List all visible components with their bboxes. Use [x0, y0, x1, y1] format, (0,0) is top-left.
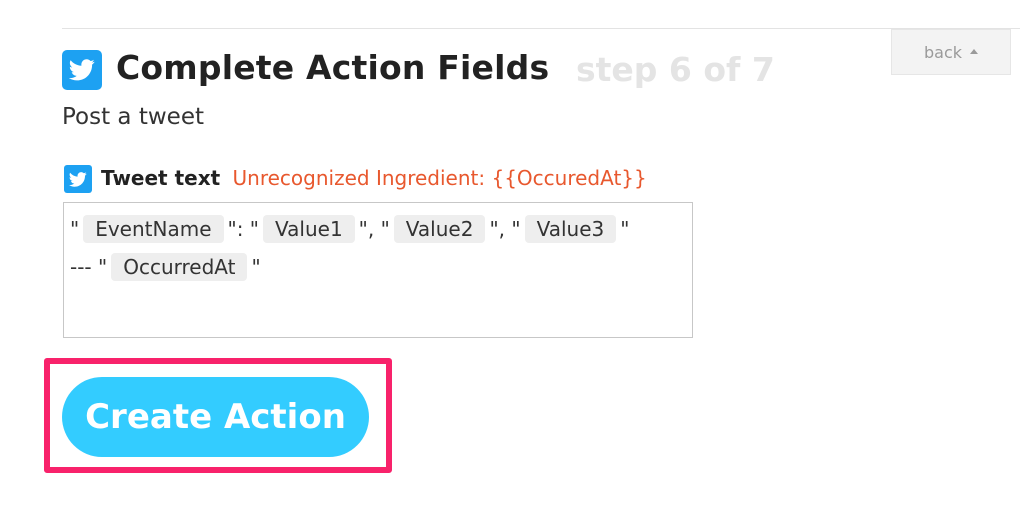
top-divider: [62, 28, 1020, 29]
back-button[interactable]: back: [891, 29, 1011, 75]
ingredient-pill-value3[interactable]: Value3: [524, 215, 617, 243]
tweet-line-1: " EventName ": " Value1 ", " Value2 ", "…: [70, 213, 686, 245]
create-action-button[interactable]: Create Action: [62, 377, 369, 457]
step-indicator: step 6 of 7: [576, 50, 775, 89]
field-label: Tweet text: [101, 166, 221, 190]
quote-text: ": [251, 255, 261, 279]
tweet-text-input[interactable]: " EventName ": " Value1 ", " Value2 ", "…: [63, 202, 693, 338]
ingredient-pill-occurredat[interactable]: OccurredAt: [111, 253, 248, 281]
separator-text: ": ": [227, 217, 260, 241]
field-label-row: Tweet text Unrecognized Ingredient: {{Oc…: [101, 166, 647, 190]
tweet-line-2: --- " OccurredAt ": [70, 251, 686, 283]
action-subtitle: Post a tweet: [62, 104, 204, 130]
ingredient-pill-value1[interactable]: Value1: [263, 215, 355, 243]
back-button-label: back: [923, 42, 963, 62]
create-action-label: Create Action: [85, 397, 346, 437]
field-error-message: Unrecognized Ingredient: {{OccuredAt}}: [232, 166, 647, 190]
page-title: Complete Action Fields: [116, 48, 550, 87]
ingredient-pill-value2[interactable]: Value2: [393, 215, 486, 243]
separator-text: ", ": [489, 217, 521, 241]
twitter-bird-glyph: [69, 171, 87, 187]
quote-text: ": [620, 217, 630, 241]
quote-text: ": [70, 217, 80, 241]
caret-up-icon: [970, 48, 979, 54]
twitter-icon: [64, 165, 92, 193]
twitter-icon: [62, 50, 102, 90]
twitter-bird-glyph: [69, 59, 95, 81]
prefix-text: --- ": [70, 255, 108, 279]
separator-text: ", ": [358, 217, 390, 241]
ingredient-pill-eventname[interactable]: EventName: [83, 215, 224, 243]
